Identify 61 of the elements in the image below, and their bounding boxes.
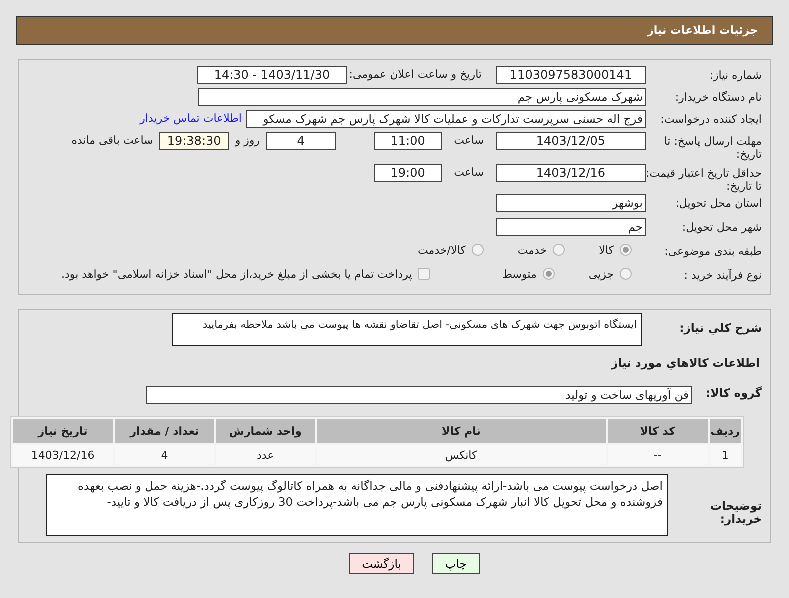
buyer-notes-field: اصل درخواست پیوست می باشد-ارائه پیشنهادفنی و مالی جداگانه به همراه کاتالوگ پیوست گردد.-هزینه حمل و نصب بعهده فروشنده و محل تحویل کالا انبار شهرک مسکونی پارس جم می باشد-پرداخت 30 روزکاری پس از دریافت کالا و تایید- <box>46 474 668 536</box>
field-label: استان محل تحویل: <box>674 196 762 210</box>
field-label: ساعت <box>454 165 484 179</box>
radio-button[interactable] <box>542 268 555 280</box>
page-header: جزئیات اطلاعات نیاز <box>16 16 773 45</box>
field-label: شهر محل تحویل: <box>681 220 762 234</box>
option-label: متوسط <box>502 267 537 281</box>
field-label: شرح کلي نياز: <box>678 320 762 335</box>
option-label: کالا <box>599 243 614 257</box>
section-title: اطلاعات کالاهاي مورد نياز <box>610 356 761 370</box>
radio-button[interactable] <box>620 244 632 256</box>
radio-button[interactable] <box>620 268 632 280</box>
column-header: کد کالا <box>608 419 708 443</box>
checkbox[interactable] <box>418 268 430 280</box>
days-field: 4 <box>266 132 336 150</box>
field-label: ساعت <box>454 133 484 147</box>
option-label: کالا/خدمت <box>418 243 466 257</box>
province-field: بوشهر <box>496 194 646 212</box>
table-cell: 4 <box>115 445 214 465</box>
field-label: گروه کالا: <box>705 385 762 400</box>
column-header: واحد شمارش <box>216 419 315 443</box>
date-field: 1403/12/16 <box>496 164 646 182</box>
time-field: 11:00 <box>374 132 442 150</box>
field-label: روز و <box>235 133 260 147</box>
table-cell: -- <box>608 445 708 465</box>
field-label: ساعت باقی مانده <box>72 133 154 147</box>
field-label: تاریخ و ساعت اعلان عمومی: <box>349 67 482 81</box>
announce-date-field: 1403/11/30 - 14:30 <box>197 66 348 84</box>
column-header: نام کالا <box>316 419 606 443</box>
table-cell: کانکس <box>316 445 606 465</box>
date-field: 1403/12/05 <box>496 132 646 150</box>
option-label: جزیی <box>588 267 614 281</box>
field-label: نام دستگاه خریدار: <box>674 90 762 104</box>
field-label: حداقل تاریخ اعتبار قیمت: تا تاریخ: <box>646 166 762 193</box>
table-cell: 1 <box>710 445 741 465</box>
option-label: خدمت <box>518 243 548 257</box>
column-header: ردیف <box>710 419 741 443</box>
field-label: شماره نیاز: <box>708 68 762 82</box>
table-cell: 1403/12/16 <box>13 445 114 465</box>
back-button[interactable]: بازگشت <box>349 553 414 574</box>
radio-button[interactable] <box>472 244 484 256</box>
goods-group-field: فن آوریهای ساخت و تولید <box>146 386 692 404</box>
city-field: جم <box>496 218 646 236</box>
description-field: ایستگاه اتوبوس جهت شهرک های مسکونی- اصل تقاضاو نقشه ها پیوست می باشد ملاحظه بفرمایید <box>172 313 642 346</box>
buyer-field: شهرک مسکونی پارس جم <box>198 88 646 106</box>
need-number-field: 1103097583000141 <box>496 66 646 84</box>
creator-field: فرج اله حسنی سرپرست تدارکات و عملیات کالا شهرک پارس جم شهرک مسکو <box>246 110 646 128</box>
field-label: توضیحات خریدار: <box>710 498 762 526</box>
radio-button[interactable] <box>553 244 566 256</box>
remaining-time-field: 19:38:30 <box>159 132 230 150</box>
contact-link[interactable]: اطلاعات تماس خریدار <box>140 110 242 125</box>
field-label: طبقه بندی موضوعی: <box>664 244 762 258</box>
field-label: ایجاد کننده درخواست: <box>660 112 762 126</box>
table-cell: عدد <box>216 445 315 465</box>
print-button[interactable]: چاپ <box>432 553 480 574</box>
time-field: 19:00 <box>374 164 442 182</box>
column-header: تاریخ نیاز <box>13 419 114 443</box>
field-label: مهلت ارسال پاسخ: تا تاریخ: <box>663 134 762 161</box>
field-label: نوع فرآیند خرید : <box>683 268 762 282</box>
option-label: پرداخت تمام یا بخشی از مبلغ خرید،از محل "اسناد خزانه اسلامی" خواهد بود. <box>62 267 412 281</box>
column-header: تعداد / مقدار <box>115 419 214 443</box>
